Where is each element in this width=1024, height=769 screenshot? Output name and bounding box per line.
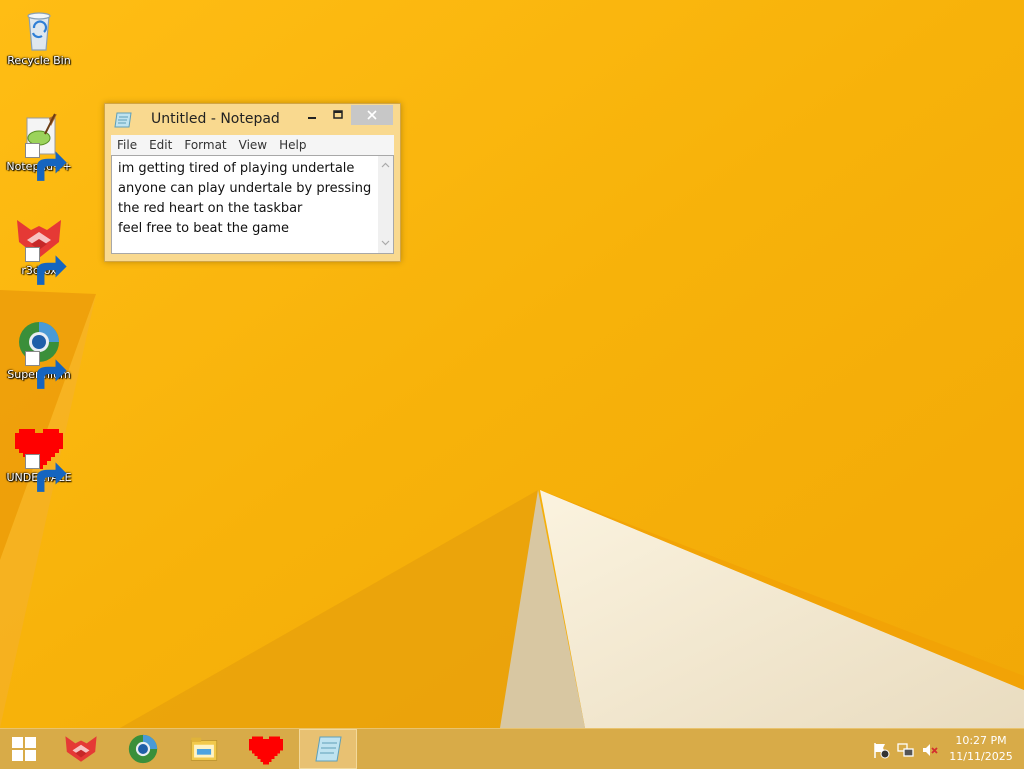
text-line: feel free to beat the game <box>118 221 290 236</box>
windows-logo-icon <box>12 737 36 761</box>
r3dfox-icon <box>65 736 97 762</box>
maximize-button[interactable] <box>325 105 351 125</box>
notepad-text-area[interactable]: im getting tired of playing undertale an… <box>111 155 394 254</box>
undertale-heart-icon <box>249 736 283 765</box>
desktop-icon-label: Recycle Bin <box>7 54 71 67</box>
r3dfox-icon <box>15 216 67 285</box>
shortcut-arrow-icon <box>25 351 67 389</box>
menu-view[interactable]: View <box>233 138 273 152</box>
taskbar-clock[interactable]: 10:27 PM 11/11/2025 <box>944 733 1018 765</box>
minimize-button[interactable] <box>299 105 325 125</box>
text-line: the red heart on the taskbar <box>118 201 303 216</box>
menu-edit[interactable]: Edit <box>143 138 178 152</box>
menu-file[interactable]: File <box>111 138 143 152</box>
volume-muted-icon[interactable] <box>921 741 939 759</box>
close-icon <box>367 110 377 120</box>
taskbar-r3dfox-button[interactable] <box>52 729 110 769</box>
shortcut-arrow-icon <box>25 143 67 181</box>
chevron-down-icon <box>381 240 390 246</box>
notepad-titlebar[interactable]: Untitled - Notepad <box>105 104 400 134</box>
recycle-bin-icon <box>15 6 63 54</box>
notepad-window[interactable]: Untitled - Notepad File Edit Format View… <box>104 103 401 262</box>
vertical-scrollbar[interactable] <box>378 156 393 253</box>
taskbar: 10:27 PM 11/11/2025 <box>0 728 1024 769</box>
folder-icon <box>190 737 218 761</box>
start-button[interactable] <box>0 729 48 769</box>
notepad-window-title: Untitled - Notepad <box>151 111 280 127</box>
notepad-app-icon <box>114 112 132 128</box>
desktop-icon-notepad-plus-plus[interactable]: Notepad++ <box>4 112 74 181</box>
desktop-icon-r3dfox[interactable]: r3dfox <box>4 216 74 285</box>
text-line: anyone can play undertale by pressing <box>118 181 372 196</box>
chevron-up-icon <box>381 162 390 168</box>
minimize-icon <box>308 117 316 119</box>
taskbar-file-explorer-button[interactable] <box>175 729 233 769</box>
taskbar-undertale-button[interactable] <box>237 729 295 769</box>
menu-help[interactable]: Help <box>273 138 312 152</box>
supermium-icon <box>15 320 67 389</box>
network-icon[interactable] <box>897 741 915 759</box>
shortcut-arrow-icon <box>25 247 67 285</box>
notepad-menubar: File Edit Format View Help <box>111 135 394 155</box>
text-line: im getting tired of playing undertale <box>118 161 355 176</box>
notepad-icon <box>315 736 342 762</box>
action-center-flag-icon[interactable] <box>872 741 890 759</box>
clock-time: 10:27 PM <box>955 734 1007 747</box>
taskbar-supermium-button[interactable] <box>114 729 172 769</box>
shortcut-arrow-icon <box>25 454 67 492</box>
taskbar-notepad-button[interactable] <box>299 729 357 769</box>
supermium-icon <box>128 734 158 764</box>
clock-date: 11/11/2025 <box>949 750 1013 763</box>
scroll-down-button[interactable] <box>378 236 393 250</box>
desktop-icon-recycle-bin[interactable]: Recycle Bin <box>4 6 74 67</box>
notepad-text-content: im getting tired of playing undertale an… <box>118 159 372 239</box>
maximize-icon <box>333 110 343 119</box>
undertale-heart-icon <box>15 423 67 492</box>
close-button[interactable] <box>351 105 393 125</box>
desktop-icon-undertale[interactable]: UNDERTALE <box>4 423 74 492</box>
notepad-plus-plus-icon <box>15 112 67 181</box>
scroll-up-button[interactable] <box>378 158 393 172</box>
menu-format[interactable]: Format <box>178 138 232 152</box>
desktop-icon-supermium[interactable]: Supermium <box>4 320 74 389</box>
